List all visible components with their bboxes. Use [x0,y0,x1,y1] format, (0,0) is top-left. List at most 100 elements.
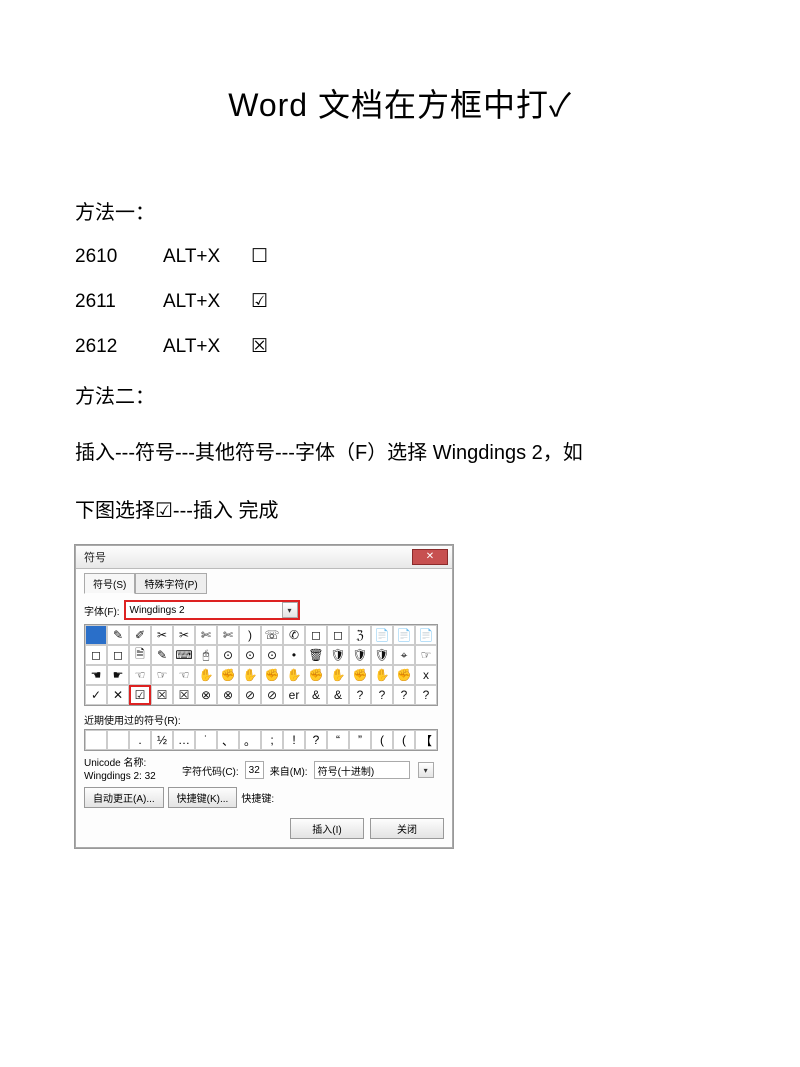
symbol-cell[interactable]: ✊ [305,665,327,685]
from-select[interactable]: 符号(十进制) [314,761,410,779]
tab-special[interactable]: 特殊字符(P) [135,573,206,594]
symbol-cell[interactable]: ✕ [107,685,129,705]
autocorrect-button[interactable]: 自动更正(A)... [84,787,164,808]
symbol-cell[interactable]: ⊙ [261,645,283,665]
symbol-cell[interactable]: ? [349,685,371,705]
symbol-cell[interactable]: ☚ [85,665,107,685]
symbol-cell[interactable]: ✊ [261,665,283,685]
symbol-cell[interactable]: ☏ [261,625,283,645]
recent-cell[interactable]: ; [261,730,283,750]
recent-cell[interactable]: 、 [217,730,239,750]
recent-cell[interactable]: 【 [415,730,437,750]
recent-cell[interactable]: ! [283,730,305,750]
symbol-cell[interactable]: ℨ [349,625,371,645]
recent-cell[interactable]: … [173,730,195,750]
symbol-cell[interactable]: x [415,665,437,685]
symbol-cell[interactable]: ◻ [305,625,327,645]
recent-cell[interactable]: ? [305,730,327,750]
symbol-cell[interactable]: 📄 [371,625,393,645]
symbol-cell[interactable]: ✐ [129,625,151,645]
symbol-cell[interactable]: ) [239,625,261,645]
symbol-cell[interactable]: ✋ [195,665,217,685]
symbol-grid[interactable]: ✎✐✂✂✄✄)☏✆◻◻ℨ📄📄📄◻◻🗎✎⌨🖰⊙⊙⊙•🗑🛡🛡🛡⌖☞☚☛☜☞☜✋✊✋✊… [84,624,438,706]
symbol-cell[interactable]: & [305,685,327,705]
symbol-cell[interactable]: ✆ [283,625,305,645]
symbol-cell[interactable]: ✄ [217,625,239,645]
symbol-cell[interactable]: ☜ [129,665,151,685]
code: 2611 [75,291,135,313]
code-input[interactable]: 32 [245,761,264,779]
symbol-cell[interactable]: ✊ [349,665,371,685]
symbol-cell[interactable]: ⌨ [173,645,195,665]
recent-cell[interactable]: “ [327,730,349,750]
symbol-cell[interactable]: ✋ [327,665,349,685]
symbol-cell[interactable]: ⊘ [261,685,283,705]
symbol-cell[interactable]: ⌖ [393,645,415,665]
insert-button[interactable]: 插入(I) [290,818,364,839]
symbol-cell[interactable]: ✋ [283,665,305,685]
symbol-cell[interactable]: ⊙ [239,645,261,665]
symbol-cell[interactable]: ◻ [85,645,107,665]
close-button[interactable]: 关闭 [370,818,444,839]
symbol-cell[interactable]: ✋ [239,665,261,685]
symbol-cell[interactable]: 🛡 [349,645,371,665]
symbol-cell[interactable]: ✎ [151,645,173,665]
combo: ALT+X [163,336,223,358]
symbol-cell[interactable]: er [283,685,305,705]
symbol-cell[interactable]: ✋ [371,665,393,685]
symbol-cell[interactable]: 🖰 [195,645,217,665]
symbol-cell[interactable]: 🗎 [129,645,151,665]
symbol-cell[interactable]: ✓ [85,685,107,705]
dialog-caption: 符号 [84,549,106,565]
symbol-cell[interactable] [85,625,107,645]
font-select[interactable]: Wingdings 2 ▾ [124,600,300,620]
recent-cell[interactable] [107,730,129,750]
symbol-cell[interactable]: ✊ [217,665,239,685]
symbol-cell[interactable]: ? [415,685,437,705]
recent-cell[interactable]: . [129,730,151,750]
symbol-cell[interactable]: ☞ [151,665,173,685]
symbol-cell[interactable]: ✂ [151,625,173,645]
symbol-cell[interactable]: 🛡 [327,645,349,665]
symbol-cell[interactable]: ◻ [107,645,129,665]
symbol-cell[interactable]: ? [371,685,393,705]
symbol-cell[interactable]: ✄ [195,625,217,645]
symbol-cell[interactable]: & [327,685,349,705]
symbol-cell[interactable]: 📄 [415,625,437,645]
recent-grid[interactable]: .½…˙、。;!?“”((【 [84,729,438,751]
recent-cell[interactable]: ½ [151,730,173,750]
method1-heading: 方法一： [75,196,725,225]
symbol-cell[interactable]: 🗑 [305,645,327,665]
symbol-cell[interactable]: 📄 [393,625,415,645]
symbol-cell[interactable]: ☑ [129,685,151,705]
symbol-cell[interactable]: ✎ [107,625,129,645]
chevron-down-icon[interactable]: ▾ [418,762,434,778]
symbol-cell[interactable]: • [283,645,305,665]
symbol-cell[interactable]: ◻ [327,625,349,645]
symbol-cell[interactable]: ⊗ [217,685,239,705]
recent-cell[interactable]: ( [371,730,393,750]
shortcut-button[interactable]: 快捷键(K)... [168,787,238,808]
symbol-cell[interactable]: ⊗ [195,685,217,705]
symbol-cell[interactable]: ☒ [151,685,173,705]
tab-symbols[interactable]: 符号(S) [84,573,135,594]
symbol-cell[interactable]: ? [393,685,415,705]
symbol-cell[interactable]: ☒ [173,685,195,705]
symbol-cell[interactable]: ✂ [173,625,195,645]
symbol-cell[interactable]: ☜ [173,665,195,685]
symbol-cell[interactable]: ☞ [415,645,437,665]
method1-row-1: 2611 ALT+X ☑ [75,290,725,313]
font-value: Wingdings 2 [126,605,210,616]
close-icon[interactable]: ✕ [412,549,448,565]
symbol-cell[interactable]: ⊘ [239,685,261,705]
symbol-cell[interactable]: ☛ [107,665,129,685]
symbol-cell[interactable]: 🛡 [371,645,393,665]
recent-cell[interactable]: ( [393,730,415,750]
recent-cell[interactable]: 。 [239,730,261,750]
recent-cell[interactable]: ˙ [195,730,217,750]
recent-cell[interactable] [85,730,107,750]
symbol-cell[interactable]: ⊙ [217,645,239,665]
recent-cell[interactable]: ” [349,730,371,750]
symbol-cell[interactable]: ✊ [393,665,415,685]
chevron-down-icon[interactable]: ▾ [282,602,298,618]
